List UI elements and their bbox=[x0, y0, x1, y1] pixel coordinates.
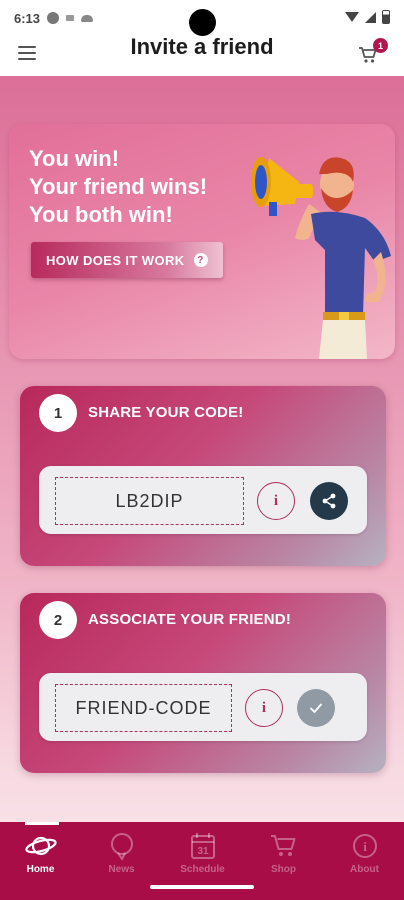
share-button[interactable] bbox=[310, 482, 348, 520]
nav-label: News bbox=[108, 864, 135, 875]
battery-icon bbox=[382, 10, 390, 24]
nav-item-shop[interactable]: Shop bbox=[243, 822, 324, 882]
how-does-it-work-button[interactable]: HOW DOES IT WORK ? bbox=[31, 242, 223, 278]
confirm-button[interactable] bbox=[297, 689, 335, 727]
associate-friend-card: 2 ASSOCIATE YOUR FRIEND! FRIEND-CODE i bbox=[20, 593, 386, 773]
friend-code-input[interactable]: FRIEND-CODE bbox=[55, 684, 232, 732]
share-icon bbox=[322, 493, 336, 509]
status-bar: 6:13 bbox=[0, 0, 404, 36]
nav-item-about[interactable]: i About bbox=[324, 822, 404, 882]
status-time: 6:13 bbox=[14, 10, 41, 26]
calendar-day: 31 bbox=[197, 846, 209, 857]
nav-item-home[interactable]: Home bbox=[0, 822, 81, 882]
step-title: ASSOCIATE YOUR FRIEND! bbox=[88, 611, 292, 628]
share-code-card: 1 SHARE YOUR CODE! LB2DIP i bbox=[20, 386, 386, 566]
nav-item-news[interactable]: News bbox=[81, 822, 162, 882]
camera-cutout bbox=[189, 9, 216, 36]
code-row: LB2DIP i bbox=[39, 466, 367, 534]
wifi-icon bbox=[345, 12, 359, 22]
notification-icon bbox=[66, 15, 75, 21]
code-row: FRIEND-CODE i bbox=[39, 673, 367, 741]
signal-icon bbox=[365, 11, 376, 23]
info-button[interactable]: i bbox=[257, 482, 295, 520]
info-glyph: i bbox=[363, 839, 367, 854]
nav-item-schedule[interactable]: 31 Schedule bbox=[162, 822, 243, 882]
check-icon bbox=[310, 703, 322, 713]
app-bar: Invite a friend 1 bbox=[0, 36, 404, 76]
cart-icon bbox=[270, 835, 295, 856]
hero-line-1: You win! bbox=[29, 146, 120, 171]
hero-card: You win! Your friend wins! You both win!… bbox=[9, 124, 395, 359]
help-icon: ? bbox=[193, 253, 208, 267]
news-bubble-icon bbox=[110, 833, 133, 860]
nav-label: Schedule bbox=[180, 864, 225, 875]
step-number: 2 bbox=[39, 601, 77, 639]
cloud-icon bbox=[81, 14, 94, 22]
cart-button[interactable]: 1 bbox=[358, 38, 388, 66]
how-does-it-work-label: HOW DOES IT WORK bbox=[46, 252, 185, 268]
nav-label: Shop bbox=[271, 864, 296, 875]
cart-count-badge: 1 bbox=[373, 38, 388, 53]
nav-label: About bbox=[350, 864, 379, 875]
hero-line-2: Your friend wins! bbox=[29, 174, 208, 199]
calendar-icon: 31 bbox=[190, 833, 215, 859]
info-button[interactable]: i bbox=[245, 689, 283, 727]
bottom-navigation: Home News 31 Schedule Shop i About bbox=[0, 822, 404, 900]
planet-icon bbox=[24, 836, 57, 856]
hero-line-3: You both win! bbox=[29, 202, 173, 227]
nav-label: Home bbox=[26, 864, 55, 875]
notification-icon bbox=[47, 12, 60, 24]
page-title: Invite a friend bbox=[130, 34, 274, 59]
step-title: SHARE YOUR CODE! bbox=[88, 404, 244, 421]
man-megaphone-illustration bbox=[251, 157, 391, 359]
gesture-home-bar[interactable] bbox=[150, 885, 254, 889]
info-icon: i bbox=[352, 834, 377, 858]
step-number: 1 bbox=[39, 394, 77, 432]
referral-code-field[interactable]: LB2DIP bbox=[55, 477, 244, 525]
